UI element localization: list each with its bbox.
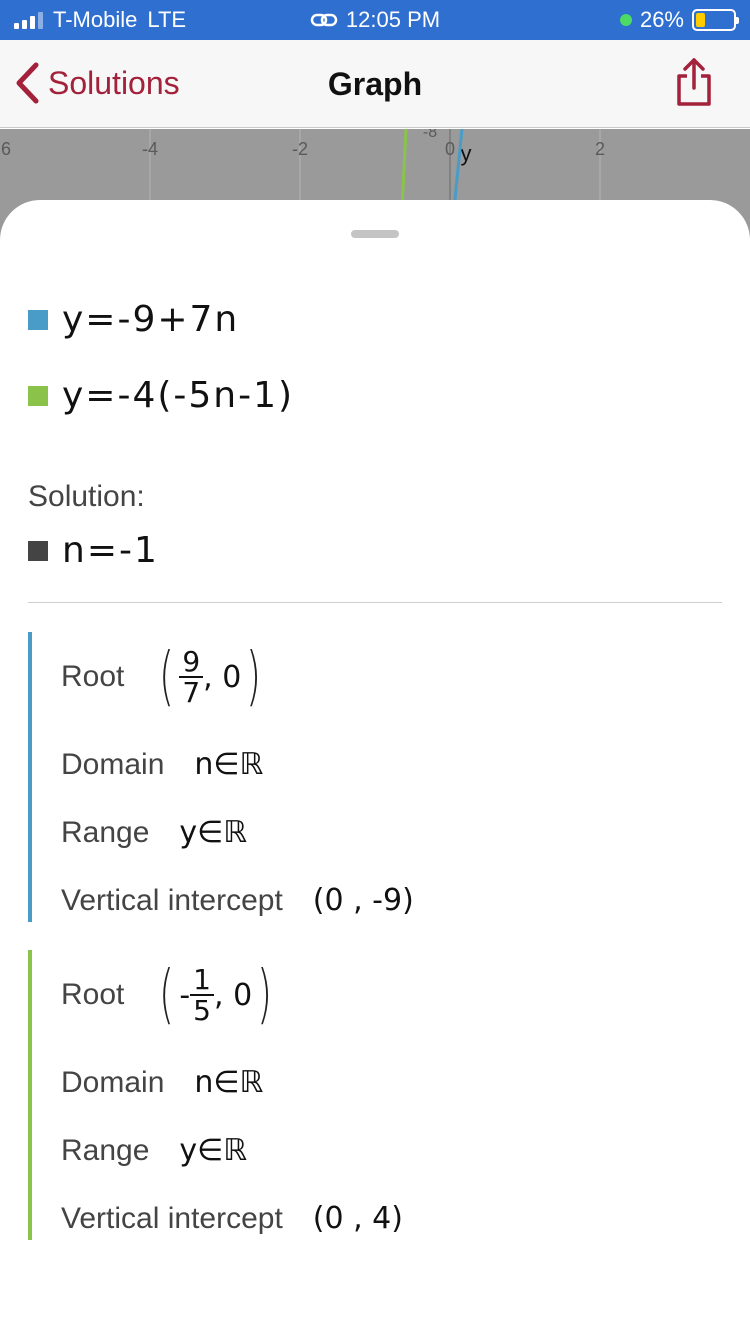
fraction-numerator: 9 xyxy=(179,646,204,678)
intercept-row: Vertical intercept (0 , 4) xyxy=(61,1201,403,1236)
range-label: Range xyxy=(61,815,150,849)
solution-value: n=-1 xyxy=(62,530,159,571)
root-y: , 0 xyxy=(214,977,253,1013)
range-value: y∈ℝ xyxy=(179,815,248,850)
clock: 12:05 PM xyxy=(345,7,441,32)
root-row: Root ( - 1 5 , 0 ) xyxy=(61,950,277,1040)
solution-row: n=-1 xyxy=(28,530,159,571)
root-value: ( 9 7 , 0 ) xyxy=(159,640,262,714)
root-sign: - xyxy=(179,977,191,1013)
domain-label: Domain xyxy=(61,1065,165,1099)
fraction-denominator: 7 xyxy=(182,676,201,709)
root-label: Root xyxy=(61,978,125,1011)
y-tick-label: -8 xyxy=(423,129,437,141)
intercept-label: Vertical intercept xyxy=(61,1201,283,1235)
battery-fill xyxy=(696,13,706,27)
domain-value: n∈ℝ xyxy=(194,747,264,782)
domain-value: n∈ℝ xyxy=(194,1065,264,1100)
root-y: , 0 xyxy=(203,659,242,695)
root-fraction: 1 5 xyxy=(190,964,214,1027)
range-row: Range y∈ℝ xyxy=(61,1133,247,1168)
intercept-value: (0 , 4) xyxy=(312,1201,403,1236)
navigation-bar: Solutions Graph xyxy=(0,40,750,128)
fraction-numerator: 1 xyxy=(190,964,214,996)
x-tick-label: -4 xyxy=(142,139,158,159)
battery-percent: 26% xyxy=(639,7,684,32)
root-value: ( - 1 5 , 0 ) xyxy=(159,958,273,1032)
intercept-label: Vertical intercept xyxy=(61,883,283,917)
domain-label: Domain xyxy=(61,747,165,781)
fraction-denominator: 5 xyxy=(193,994,211,1027)
page-title: Graph xyxy=(327,66,423,102)
range-row: Range y∈ℝ xyxy=(61,815,247,850)
battery-icon xyxy=(692,9,739,31)
link-icon xyxy=(310,13,338,27)
intercept-value: (0 , -9) xyxy=(312,883,414,918)
root-label: Root xyxy=(61,660,125,693)
root-fraction: 9 7 xyxy=(179,646,204,709)
equation-row-2[interactable]: y=-4(-5n-1) xyxy=(28,375,294,416)
series-color-swatch xyxy=(28,309,48,330)
y-axis-label: y xyxy=(461,141,472,166)
equation-row-1[interactable]: y=-9+7n xyxy=(28,299,239,340)
properties-group-1: Root ( 9 7 , 0 ) Domain n∈ℝ Range y∈ℝ Ve… xyxy=(28,632,722,922)
status-bar: T-Mobile LTE 12:05 PM 26% xyxy=(0,0,750,40)
range-value: y∈ℝ xyxy=(179,1133,248,1168)
series-color-bar xyxy=(28,950,32,1240)
properties-group-2: Root ( - 1 5 , 0 ) Domain n∈ℝ Range y∈ℝ … xyxy=(28,950,722,1240)
x-tick-label: 0 xyxy=(445,139,455,159)
series-color-swatch xyxy=(28,385,48,406)
location-dot-icon xyxy=(619,14,632,26)
share-icon[interactable] xyxy=(674,56,714,108)
equation-text: y=-9+7n xyxy=(62,299,240,340)
domain-row: Domain n∈ℝ xyxy=(61,747,263,782)
solution-label: Solution: xyxy=(28,480,145,513)
divider xyxy=(28,602,722,603)
bottom-sheet: y=-9+7n y=-4(-5n-1) Solution: n=-1 Root … xyxy=(0,200,750,1334)
x-tick-label: 2 xyxy=(595,139,605,159)
equation-text: y=-4(-5n-1) xyxy=(62,375,295,416)
x-tick-label: 6 xyxy=(1,139,11,159)
x-tick-label: -2 xyxy=(292,139,308,159)
root-row: Root ( 9 7 , 0 ) xyxy=(61,632,266,722)
series-color-bar xyxy=(28,632,32,922)
range-label: Range xyxy=(61,1133,150,1167)
intercept-row: Vertical intercept (0 , -9) xyxy=(61,883,414,918)
status-right: 26% xyxy=(619,7,739,33)
sheet-grabber[interactable] xyxy=(351,230,399,238)
domain-row: Domain n∈ℝ xyxy=(61,1065,263,1100)
solution-color-swatch xyxy=(28,540,48,561)
